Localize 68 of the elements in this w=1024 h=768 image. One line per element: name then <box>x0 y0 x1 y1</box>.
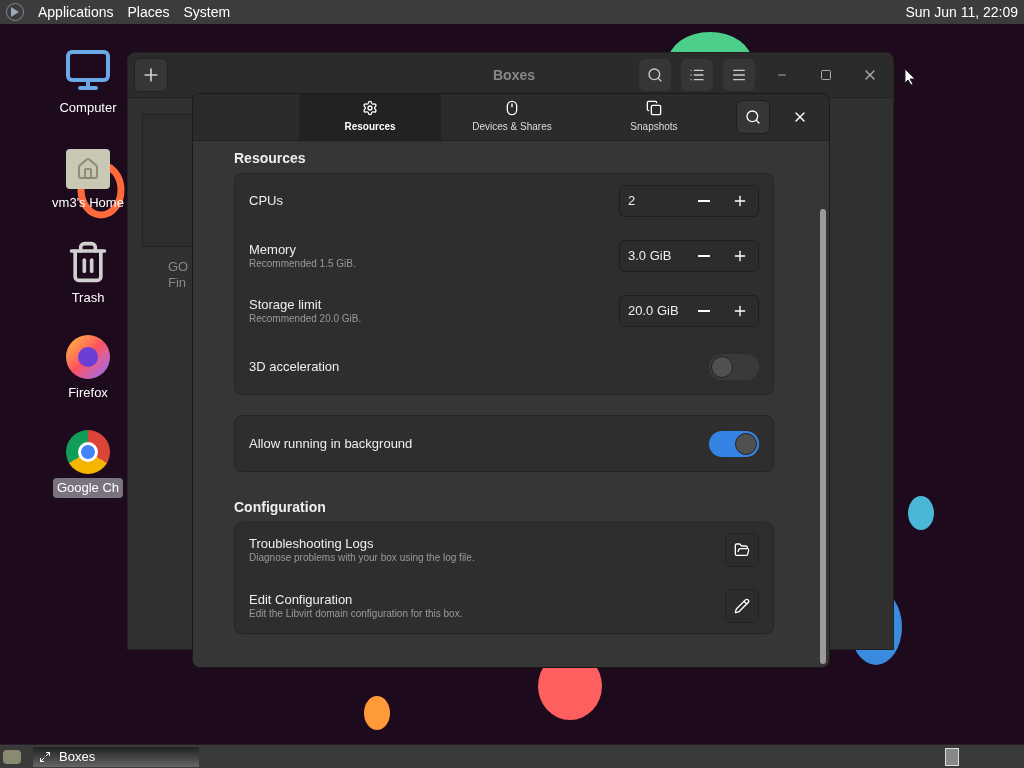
row-subtitle: Diagnose problems with your box using the log file. <box>249 552 475 564</box>
edit-button[interactable] <box>725 588 759 623</box>
panel-menu[interactable]: Places <box>127 1 170 23</box>
add-button[interactable] <box>134 58 168 92</box>
balloon-drawing <box>908 496 934 530</box>
spin-value: 3.0 GiB <box>628 247 673 266</box>
row-label: Troubleshooting Logs <box>249 536 375 552</box>
copy-icon <box>646 100 662 116</box>
browser-globe-icon <box>66 335 110 379</box>
maximize-icon <box>820 69 832 81</box>
workspace-icon[interactable] <box>945 747 959 766</box>
balloon-drawing <box>364 696 390 730</box>
section-title: Configuration <box>234 498 327 517</box>
row-subtitle: Edit the Libvirt domain configuration for this box. <box>249 607 463 620</box>
desktop-icon-label[interactable]: Google Ch <box>52 478 124 498</box>
scrollbar[interactable] <box>820 209 826 664</box>
open-folder-button[interactable] <box>725 533 759 567</box>
spin-field[interactable]: 20.0 GiB <box>619 295 759 327</box>
plus-icon <box>732 303 748 319</box>
pencil-icon <box>734 597 750 614</box>
box-caption: GO <box>168 259 189 275</box>
plus-icon <box>732 248 748 264</box>
search-button[interactable] <box>639 59 671 91</box>
mouse-pointer-icon <box>904 68 916 86</box>
spin-field[interactable]: 2 <box>619 185 759 217</box>
search-icon <box>745 109 761 125</box>
toggle-switch[interactable] <box>709 430 759 457</box>
desktop-icon-label[interactable]: Firefox <box>64 383 112 403</box>
panel-clock[interactable]: Sun Jun 11, 22:09 <box>905 1 1018 23</box>
row-label: Edit Configuration <box>249 591 354 608</box>
home-folder-icon <box>66 149 110 189</box>
box-caption: Fin <box>168 275 187 291</box>
folder-icon <box>734 542 750 558</box>
row-label: Storage limit <box>249 297 323 313</box>
mouse-icon <box>504 100 520 116</box>
row-label: CPUs <box>249 193 283 209</box>
desktop-icon-label[interactable]: Trash <box>67 288 109 308</box>
list-icon <box>689 67 705 83</box>
taskbar-item[interactable]: Boxes <box>33 746 199 767</box>
panel-menu[interactable]: Applications <box>38 1 114 23</box>
show-desktop-icon[interactable] <box>3 749 21 764</box>
spin-value: 2 <box>628 192 637 211</box>
toggle-switch[interactable] <box>709 353 759 380</box>
row-label: Allow running in background <box>249 435 413 452</box>
window-title: Boxes <box>493 65 536 85</box>
panel-menu[interactable]: System <box>183 1 231 23</box>
search-icon <box>647 67 663 83</box>
spin-value: 20.0 GiB <box>628 302 680 321</box>
row-label: 3D acceleration <box>249 358 340 375</box>
menu-button[interactable] <box>723 59 755 91</box>
plus-icon <box>732 193 748 209</box>
minus-icon <box>698 255 710 257</box>
desktop-icon-label[interactable]: Computer <box>55 98 121 118</box>
tab[interactable]: Devices & Shares <box>441 94 583 140</box>
list-view-button[interactable] <box>681 59 713 91</box>
row-subtitle: Recommended 20.0 GiB. <box>249 313 362 325</box>
tab[interactable]: Snapshots <box>583 94 725 140</box>
row-label: Memory <box>249 242 297 258</box>
row-subtitle: Recommended 1.5 GiB. <box>249 258 356 270</box>
section-title: Resources <box>234 149 307 168</box>
gear-icon <box>362 100 378 116</box>
app-icon <box>39 750 51 763</box>
tab[interactable]: Resources <box>299 94 441 140</box>
minus-icon <box>698 310 710 312</box>
minus-icon <box>698 200 710 202</box>
menu-icon <box>731 67 747 83</box>
spin-field[interactable]: 3.0 GiB <box>619 240 759 272</box>
search-button[interactable] <box>736 100 770 134</box>
